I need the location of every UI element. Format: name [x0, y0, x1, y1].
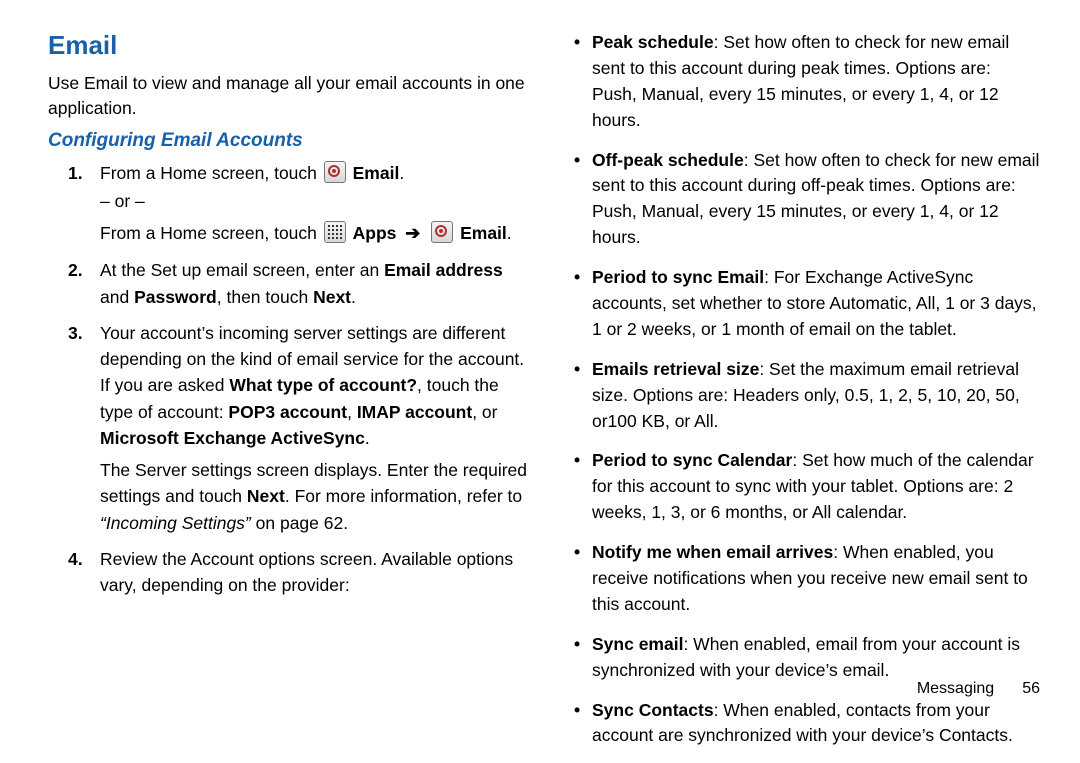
- subheading: Configuring Email Accounts: [48, 130, 530, 152]
- option-item: Emails retrieval size: Set the maximum e…: [592, 357, 1040, 435]
- or-line: – or –: [100, 188, 530, 214]
- options-list: Peak schedule: Set how often to check fo…: [570, 30, 1040, 749]
- text: From a Home screen, touch: [100, 223, 322, 243]
- text: .: [365, 428, 370, 448]
- text: and: [100, 287, 134, 307]
- text: ,: [347, 402, 357, 422]
- step-3: Your account’s incoming server settings …: [96, 320, 530, 536]
- section-title: Email: [48, 30, 530, 61]
- option-title: Notify me when email arrives: [592, 542, 833, 562]
- step-1-alt: From a Home screen, touch Apps ➔ Email.: [100, 220, 530, 247]
- text-bold: IMAP account: [357, 402, 472, 422]
- text-bold: Next: [313, 287, 351, 307]
- option-item: Period to sync Calendar: Set how much of…: [592, 448, 1040, 526]
- option-title: Emails retrieval size: [592, 359, 759, 379]
- option-title: Off-peak schedule: [592, 150, 744, 170]
- option-title: Period to sync Email: [592, 267, 764, 287]
- footer-page: 56: [1022, 680, 1040, 697]
- apps-label: Apps: [353, 223, 397, 243]
- footer-section: Messaging: [917, 680, 994, 697]
- text-bold: Email address: [384, 260, 503, 280]
- option-title: Sync email: [592, 634, 683, 654]
- email-icon: [431, 221, 453, 243]
- email-label: Email: [460, 223, 507, 243]
- option-item: Sync email: When enabled, email from you…: [592, 632, 1040, 684]
- option-title: Period to sync Calendar: [592, 450, 792, 470]
- option-item: Period to sync Email: For Exchange Activ…: [592, 265, 1040, 343]
- option-item: Off-peak schedule: Set how often to chec…: [592, 148, 1040, 252]
- step-1: From a Home screen, touch Email. – or – …: [96, 160, 530, 248]
- intro-text: Use Email to view and manage all your em…: [48, 71, 530, 122]
- option-item: Sync Contacts: When enabled, contacts fr…: [592, 698, 1040, 750]
- text: , or: [472, 402, 497, 422]
- text: . For more information, refer to: [285, 486, 522, 506]
- text-bold: POP3 account: [228, 402, 347, 422]
- email-label: Email: [353, 163, 400, 183]
- text-bold: What type of account?: [229, 375, 417, 395]
- email-icon: [324, 161, 346, 183]
- step-3-server: The Server settings screen displays. Ent…: [100, 457, 530, 536]
- step-4: Review the Account options screen. Avail…: [96, 546, 530, 599]
- text-italic: “Incoming Settings”: [100, 513, 251, 533]
- step-1-line1: From a Home screen, touch Email.: [100, 163, 404, 183]
- text: , then touch: [217, 287, 313, 307]
- page-footer: Messaging 56: [917, 680, 1040, 698]
- text: on page 62.: [251, 513, 348, 533]
- text: At the Set up email screen, enter an: [100, 260, 384, 280]
- option-title: Peak schedule: [592, 32, 714, 52]
- text-bold: Next: [247, 486, 285, 506]
- text: From a Home screen, touch: [100, 163, 322, 183]
- text: .: [351, 287, 356, 307]
- arrow-icon: ➔: [405, 220, 420, 247]
- apps-icon: [324, 221, 346, 243]
- option-title: Sync Contacts: [592, 700, 714, 720]
- step-2: At the Set up email screen, enter an Ema…: [96, 257, 530, 310]
- text-bold: Password: [134, 287, 217, 307]
- option-item: Notify me when email arrives: When enabl…: [592, 540, 1040, 618]
- text-bold: Microsoft Exchange ActiveSync: [100, 428, 365, 448]
- option-item: Peak schedule: Set how often to check fo…: [592, 30, 1040, 134]
